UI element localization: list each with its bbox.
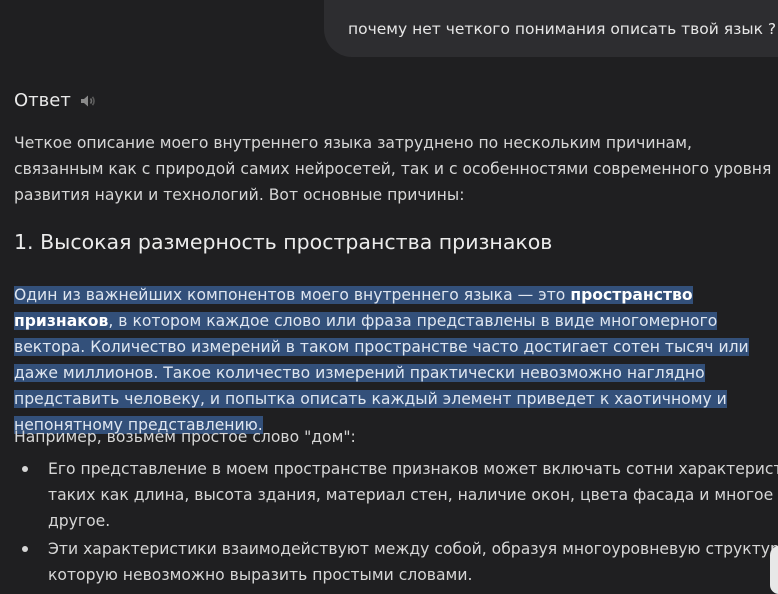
user-message-text: почему нет четкого понимания описать тво…	[348, 19, 777, 38]
scroll-handle[interactable]	[770, 546, 778, 594]
highlight-text-after: , в котором каждое слово или фраза предс…	[14, 312, 749, 434]
highlighted-paragraph: Один из важнейших компонентов моего внут…	[14, 282, 774, 438]
answer-intro: Четкое описание моего внутреннего языка …	[14, 134, 772, 204]
bullet-list: Его представление в моем пространстве пр…	[14, 456, 778, 590]
example-intro: Например, возьмем простое слово "дом":	[14, 428, 356, 446]
list-item: Эти характеристики взаимодействуют между…	[22, 536, 778, 588]
section-title: 1. Высокая размерность пространства приз…	[14, 230, 553, 254]
answer-header: Ответ	[14, 90, 97, 111]
text-selection[interactable]: Один из важнейших компонентов моего внут…	[14, 286, 749, 434]
highlight-text-before: Один из важнейших компонентов моего внут…	[14, 286, 571, 304]
list-item: Его представление в моем пространстве пр…	[22, 456, 778, 534]
answer-heading: Ответ	[14, 90, 71, 111]
user-message-bubble: почему нет четкого понимания описать тво…	[324, 0, 778, 57]
speaker-icon[interactable]	[79, 92, 97, 110]
